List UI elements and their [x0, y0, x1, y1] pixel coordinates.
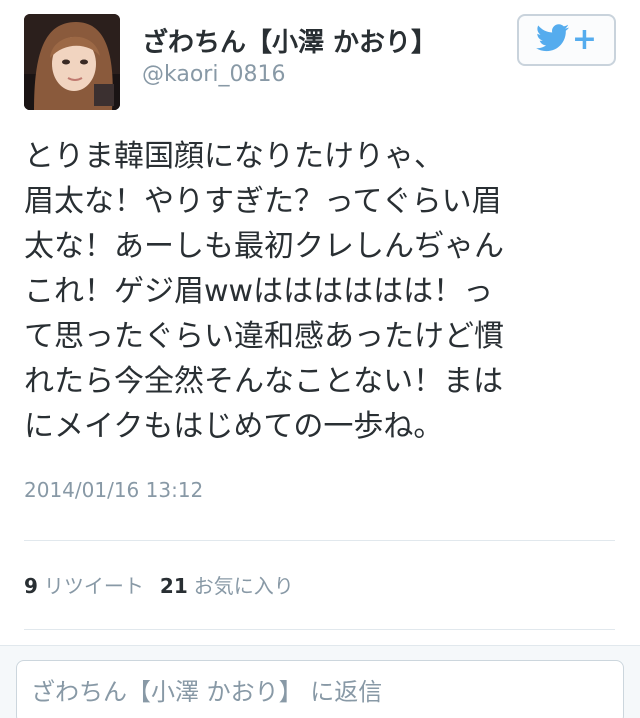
tweet-stats: 9 リツイート 21 お気に入り [24, 570, 294, 599]
avatar-image [24, 14, 120, 110]
divider [24, 629, 615, 630]
twitter-bird-icon [535, 24, 570, 56]
reply-input[interactable] [16, 660, 624, 718]
tweet-line: とりま韓国顔になりたけりゃ、 [24, 139, 444, 174]
tweet-header: ざわちん【小澤 かおり】 @kaori_0816 + [0, 0, 640, 125]
tweet-line: にメイクもはじめての一歩ね。 [24, 409, 444, 444]
tweet-line: れたら今全然そんなことない！まは [24, 364, 504, 399]
user-handle[interactable]: @kaori_0816 [142, 62, 285, 87]
favorite-count[interactable]: 21 [160, 574, 188, 598]
tweet-text: とりま韓国顔になりたけりゃ、 眉太な！やりすぎた？ってぐらい眉 太な！あーしも最… [24, 134, 624, 449]
tweet-line: 眉太な！やりすぎた？ってぐらい眉 [24, 184, 502, 219]
retweet-count[interactable]: 9 [24, 574, 38, 598]
retweet-label[interactable]: リツイート [44, 570, 144, 599]
follow-button[interactable]: + [517, 14, 616, 66]
favorite-label[interactable]: お気に入り [194, 570, 294, 599]
avatar[interactable] [24, 14, 120, 110]
follow-plus-label: + [571, 22, 598, 57]
tweet-line: て思ったぐらい違和感あったけど慣 [24, 319, 504, 354]
reply-bar [0, 645, 640, 718]
tweet-line: 太な！あーしも最初クレしんぢゃん [24, 229, 504, 264]
divider [24, 540, 615, 541]
tweet-line: これ！ゲジ眉wwはははははは！っ [24, 274, 494, 309]
tweet-timestamp: 2014/01/16 13:12 [24, 478, 204, 502]
display-name[interactable]: ざわちん【小澤 かおり】 [142, 22, 437, 59]
